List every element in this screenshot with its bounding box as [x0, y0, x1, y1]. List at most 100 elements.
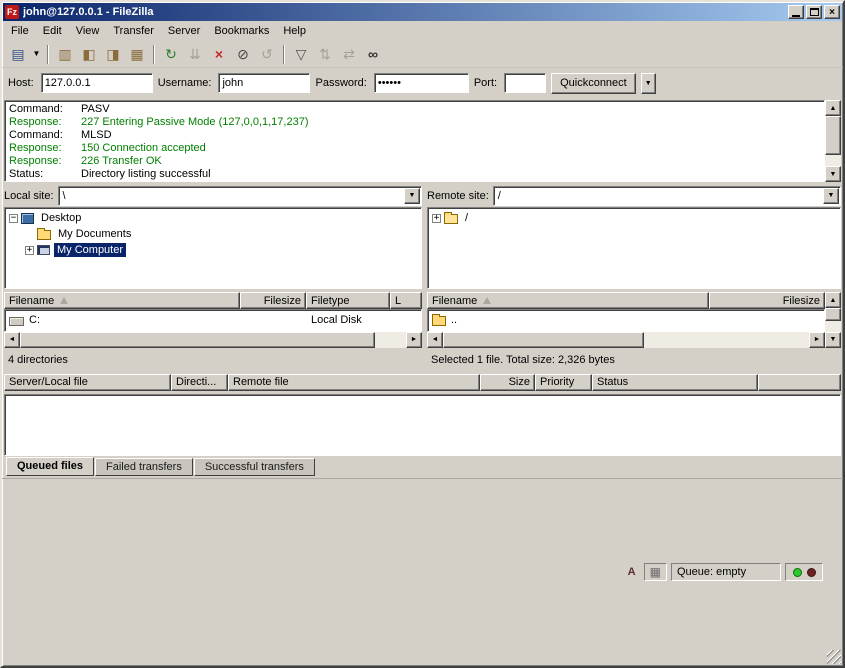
- scroll-left-button[interactable]: ◄: [4, 332, 20, 348]
- menu-item-view[interactable]: View: [69, 21, 107, 41]
- tree-node-label: /: [462, 211, 471, 225]
- password-input[interactable]: [374, 73, 469, 93]
- scroll-down-button[interactable]: ▼: [825, 332, 841, 348]
- toggle-local-tree-button[interactable]: ◧: [77, 43, 101, 66]
- column-header-filename[interactable]: Filename: [4, 292, 240, 309]
- queue-column-header-filler: [758, 374, 841, 391]
- menu-item-server[interactable]: Server: [161, 21, 207, 41]
- local-tree-item-my-computer[interactable]: +My Computer: [6, 242, 420, 258]
- remote-file-row-[interactable]: ..: [428, 311, 824, 328]
- queue-column-header-server-local-file[interactable]: Server/Local file: [4, 374, 171, 391]
- file-name: ..: [451, 314, 457, 326]
- filezilla-window: Fz john@127.0.0.1 - FileZilla × FileEdit…: [0, 0, 845, 668]
- remote-vscroll-thumb[interactable]: [825, 308, 841, 321]
- resize-grip[interactable]: [827, 650, 841, 664]
- menu-item-transfer[interactable]: Transfer: [106, 21, 161, 41]
- remote-vscroll-track[interactable]: [825, 308, 841, 332]
- remote-horizontal-scrollbar[interactable]: ◄ ►: [427, 332, 825, 348]
- toggle-transfer-queue-icon: ▦: [130, 47, 143, 61]
- quickconnect-button[interactable]: Quickconnect: [551, 73, 636, 94]
- host-input[interactable]: [41, 73, 153, 93]
- queue-column-header-status[interactable]: Status: [592, 374, 758, 391]
- local-site-combobox[interactable]: \ ▼: [58, 186, 422, 206]
- menu-item-bookmarks[interactable]: Bookmarks: [207, 21, 276, 41]
- file-name-cell: ..: [428, 311, 710, 328]
- log-scrollbar[interactable]: ▲ ▼: [825, 100, 841, 182]
- remote-hscroll-track[interactable]: [443, 332, 809, 348]
- column-header-filesize[interactable]: Filesize: [709, 292, 825, 309]
- chevron-down-icon: ▼: [645, 80, 652, 87]
- minimize-button[interactable]: [788, 5, 804, 19]
- remote-site-combobox[interactable]: / ▼: [493, 186, 841, 206]
- username-label: Username:: [158, 77, 212, 89]
- site-manager-dropdown-button[interactable]: ▼: [30, 43, 43, 66]
- arrow-left-icon: ◄: [432, 336, 439, 343]
- menu-item-help[interactable]: Help: [276, 21, 313, 41]
- port-label: Port:: [474, 77, 497, 89]
- disconnect-button[interactable]: ⊘: [231, 43, 255, 66]
- scroll-up-button[interactable]: ▲: [825, 292, 841, 308]
- arrow-up-icon: ▲: [830, 105, 837, 112]
- site-manager-button[interactable]: ▤: [6, 43, 30, 66]
- menu-item-edit[interactable]: Edit: [36, 21, 69, 41]
- log-scrollbar-thumb[interactable]: [825, 116, 841, 155]
- remote-tree-item-[interactable]: +/: [429, 210, 839, 226]
- refresh-icon: ↻: [165, 47, 177, 61]
- filter-button[interactable]: ▽: [289, 43, 313, 66]
- column-header-filename[interactable]: Filename: [427, 292, 709, 309]
- scroll-right-button[interactable]: ►: [406, 332, 422, 348]
- expand-plus-icon[interactable]: +: [25, 246, 34, 255]
- log-scrollbar-track[interactable]: [825, 116, 841, 166]
- local-file-row-c[interactable]: C:Local Disk: [5, 311, 421, 328]
- tab-failed-transfers[interactable]: Failed transfers: [95, 458, 193, 476]
- synchronized-browsing-icon: ⇄: [343, 47, 355, 61]
- quickconnect-dropdown-button[interactable]: ▼: [641, 73, 656, 94]
- arrow-down-icon: ▼: [830, 171, 837, 178]
- username-input[interactable]: [218, 73, 310, 93]
- local-hscroll-track[interactable]: [20, 332, 406, 348]
- local-hscroll-thumb[interactable]: [20, 332, 375, 348]
- column-header-l[interactable]: L: [390, 292, 422, 309]
- queue-column-header-directi[interactable]: Directi...: [171, 374, 228, 391]
- remote-vertical-scrollbar[interactable]: ▲ ▼: [825, 292, 841, 348]
- column-header-filetype[interactable]: Filetype: [306, 292, 390, 309]
- column-header-label: Filesize: [264, 295, 301, 307]
- transfer-type-indicator-icon[interactable]: A: [624, 566, 640, 578]
- toggle-message-log-button[interactable]: ▥: [53, 43, 77, 66]
- remote-file-list-zone: FilenameFilesize ..forbiddenimgrestricte…: [427, 292, 841, 348]
- maximize-button[interactable]: [806, 5, 822, 19]
- scroll-up-button[interactable]: ▲: [825, 100, 841, 116]
- chevron-down-icon[interactable]: ▼: [823, 188, 839, 204]
- folder-open-icon: [444, 214, 458, 224]
- queue-column-header-remote-file[interactable]: Remote file: [228, 374, 480, 391]
- close-button[interactable]: ×: [824, 5, 840, 19]
- column-header-filesize[interactable]: Filesize: [240, 292, 306, 309]
- host-label: Host:: [8, 77, 34, 89]
- transfer-queue-list[interactable]: [4, 394, 841, 456]
- queue-column-header-priority[interactable]: Priority: [535, 374, 592, 391]
- remote-hscroll-thumb[interactable]: [443, 332, 644, 348]
- port-input[interactable]: [504, 73, 546, 93]
- local-tree-item-my-documents[interactable]: My Documents: [6, 226, 420, 242]
- queue-column-header-size[interactable]: Size: [480, 374, 535, 391]
- column-header-label: Remote file: [233, 376, 289, 388]
- scroll-down-button[interactable]: ▼: [825, 166, 841, 182]
- toggle-remote-tree-button[interactable]: ◨: [101, 43, 125, 66]
- toggle-transfer-queue-button[interactable]: ▦: [125, 43, 149, 66]
- cancel-operation-button[interactable]: ×: [207, 43, 231, 66]
- find-files-button[interactable]: ∞: [361, 43, 385, 66]
- scroll-left-button[interactable]: ◄: [427, 332, 443, 348]
- expand-plus-icon[interactable]: +: [432, 214, 441, 223]
- tab-successful-transfers[interactable]: Successful transfers: [194, 458, 315, 476]
- tab-queued-files[interactable]: Queued files: [6, 457, 94, 476]
- refresh-button[interactable]: ↻: [159, 43, 183, 66]
- chevron-down-icon[interactable]: ▼: [404, 188, 420, 204]
- remote-pane: Remote site: / ▼ +/ FilenameFilesize ..f…: [427, 185, 841, 369]
- local-horizontal-scrollbar[interactable]: ◄ ►: [4, 332, 422, 348]
- title-bar[interactable]: Fz john@127.0.0.1 - FileZilla ×: [3, 3, 842, 21]
- transfer-queue-header: Server/Local fileDirecti... Remote file Si…: [4, 374, 841, 394]
- scroll-right-button[interactable]: ►: [809, 332, 825, 348]
- local-tree-item-desktop[interactable]: −Desktop: [6, 210, 420, 226]
- collapse-minus-icon[interactable]: −: [9, 214, 18, 223]
- menu-item-file[interactable]: File: [4, 21, 36, 41]
